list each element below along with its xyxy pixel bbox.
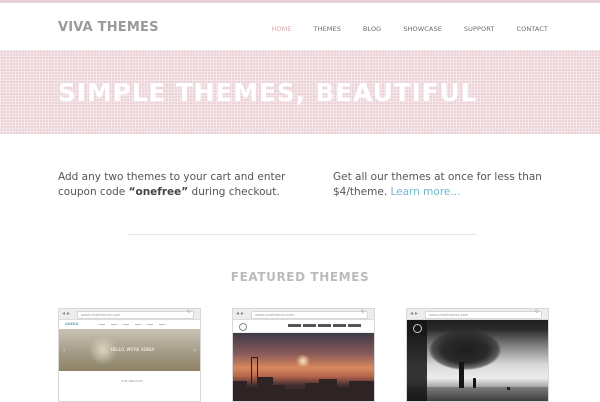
preview-hero-text: HELLO, WE'RE ADEKA bbox=[111, 347, 155, 352]
browser-url: www.vivathemes.com bbox=[251, 311, 368, 319]
preview-logo-icon bbox=[413, 324, 422, 333]
site-header: VIVA THEMES HOME THEMES BLOG SHOWCASE SU… bbox=[0, 3, 600, 50]
preview-next-arrow-icon: › bbox=[193, 347, 196, 354]
main-nav: HOME THEMES BLOG SHOWCASE SUPPORT CONTAC… bbox=[249, 25, 548, 33]
browser-nav-arrows-icon: ◂ ▸ bbox=[410, 310, 418, 317]
browser-bar: ◂ ▸ www.vivathemes.com ↻ bbox=[407, 309, 548, 320]
browser-bar: ◂ ▸ www.vivathemes.com ↻ bbox=[59, 309, 200, 320]
hero-title: SIMPLE THEMES, BEAUTIFUL bbox=[58, 78, 478, 107]
reload-icon: ↻ bbox=[186, 309, 191, 315]
browser-bar: ◂ ▸ www.vivathemes.com ↻ bbox=[233, 309, 374, 320]
city-sunset-photo bbox=[233, 333, 374, 401]
reload-icon: ↻ bbox=[534, 309, 539, 315]
coupon-code: “onefree” bbox=[128, 186, 189, 198]
preview-logo: ADEKA bbox=[65, 322, 79, 326]
theme-card-2[interactable]: ◂ ▸ www.vivathemes.com ↻ bbox=[232, 308, 375, 402]
preview-prev-arrow-icon: ‹ bbox=[63, 347, 66, 354]
featured-themes-heading: FEATURED THEMES bbox=[230, 270, 370, 284]
tree-landscape-photo bbox=[407, 320, 548, 401]
browser-nav-arrows-icon: ◂ ▸ bbox=[236, 310, 244, 317]
theme-preview-image bbox=[407, 320, 548, 401]
nav-home[interactable]: HOME bbox=[271, 25, 291, 33]
site-logo[interactable]: VIVA THEMES bbox=[58, 20, 159, 35]
learn-more-link[interactable]: Learn more... bbox=[391, 186, 461, 198]
coupon-text-after: during checkout. bbox=[188, 186, 280, 198]
theme-card-1[interactable]: ◂ ▸ www.vivathemes.com ↻ ADEKA ‹ HELLO, … bbox=[58, 308, 201, 402]
preview-logo-icon bbox=[239, 323, 247, 331]
browser-nav-arrows-icon: ◂ ▸ bbox=[62, 310, 70, 317]
hero-banner: SIMPLE THEMES, BEAUTIFUL bbox=[0, 50, 600, 134]
browser-url: www.vivathemes.com bbox=[425, 311, 542, 319]
nav-showcase[interactable]: SHOWCASE bbox=[403, 25, 442, 33]
nav-themes[interactable]: THEMES bbox=[314, 25, 341, 33]
nav-contact[interactable]: CONTACT bbox=[516, 25, 548, 33]
reload-icon: ↻ bbox=[360, 309, 365, 315]
theme-card-3[interactable]: ◂ ▸ www.vivathemes.com ↻ bbox=[406, 308, 549, 402]
coupon-promo: Add any two themes to your cart and ente… bbox=[58, 170, 298, 200]
theme-preview-image bbox=[233, 320, 374, 401]
browser-url: www.vivathemes.com bbox=[77, 311, 194, 319]
theme-preview-image: ADEKA ‹ HELLO, WE'RE ADEKA › OUR SERVICE… bbox=[59, 320, 200, 401]
section-divider bbox=[127, 234, 477, 235]
preview-body-text: OUR SERVICES bbox=[121, 379, 144, 383]
nav-support[interactable]: SUPPORT bbox=[464, 25, 495, 33]
nav-blog[interactable]: BLOG bbox=[363, 25, 381, 33]
bundle-promo: Get all our themes at once for less than… bbox=[333, 170, 548, 200]
